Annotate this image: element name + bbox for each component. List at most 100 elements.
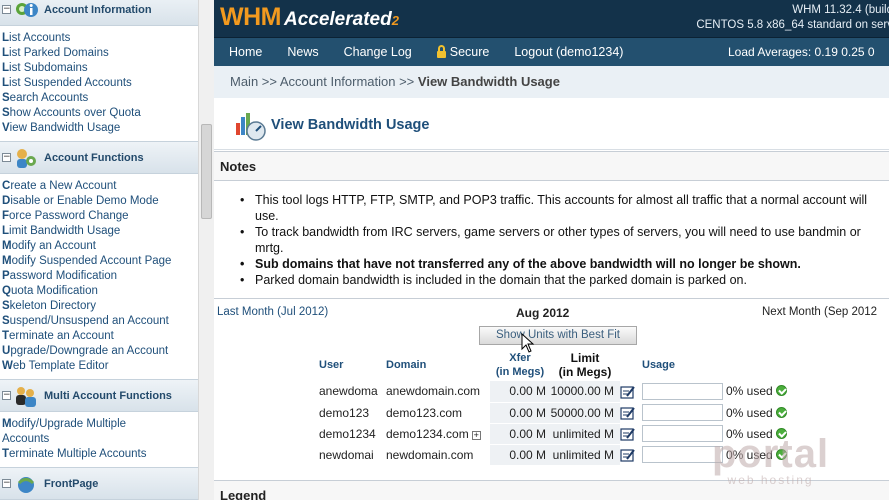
sidebar-item[interactable]: List Parked Domains — [2, 46, 198, 61]
sidebar-item-accesskey: S — [2, 315, 10, 327]
month-navigation: Last Month (Jul 2012) Aug 2012 Next Mont… — [214, 299, 889, 321]
sidebar-item-label: how Accounts over Quota — [9, 107, 141, 119]
sidebar-item[interactable]: Modify/Upgrade Multiple — [2, 417, 198, 432]
sidebar-item-accesskey: Q — [2, 285, 11, 297]
usage-bar — [642, 446, 723, 463]
sidebar-item[interactable]: Upgrade/Downgrade an Account — [2, 344, 198, 359]
sidebar-item[interactable]: Modify Suspended Account Page — [2, 254, 198, 269]
whm-logo[interactable]: WHM Accelerated2 — [220, 3, 399, 32]
sidebar-item[interactable]: Show Accounts over Quota — [2, 106, 198, 121]
sidebar-item-label: iew Bandwidth Usage — [9, 122, 121, 134]
cell-xfer: 0.00 M — [490, 423, 550, 445]
nav-secure[interactable]: Secure — [436, 45, 489, 59]
edit-limit-icon[interactable] — [620, 385, 635, 399]
collapse-icon[interactable]: − — [2, 479, 11, 488]
edit-limit-icon[interactable] — [620, 448, 635, 462]
cell-limit: unlimited M — [550, 423, 620, 445]
breadcrumb-current: View Bandwidth Usage — [417, 74, 560, 89]
current-month: Aug 2012 — [516, 306, 570, 320]
column-domain[interactable]: Domain — [386, 348, 490, 381]
sidebar-section-account-information[interactable]: − Account Information — [0, 0, 198, 26]
cell-edit — [620, 402, 642, 424]
multi-account-icon — [16, 386, 36, 407]
sidebar-section-account-functions[interactable]: − Account Functions — [0, 141, 198, 174]
sidebar-item[interactable]: View Bandwidth Usage — [2, 121, 198, 136]
sidebar-item[interactable]: Modify an Account — [2, 239, 198, 254]
sidebar-item-accesskey: F — [2, 210, 10, 222]
previous-month-link[interactable]: Last Month (Jul 2012) — [217, 306, 328, 318]
edit-limit-icon[interactable] — [620, 406, 635, 420]
sidebar-list-multi-account-functions: Modify/Upgrade Multiple Accounts Terminate… — [0, 412, 198, 467]
sidebar-item[interactable]: Web Template Editor — [2, 359, 198, 374]
cell-limit: 50000.00 M — [550, 402, 620, 424]
column-limit: Limit (in Megs) — [550, 348, 620, 381]
sidebar-section-frontpage[interactable]: − FrontPage — [0, 467, 198, 500]
sidebar-item[interactable]: Limit Bandwidth Usage — [2, 224, 198, 239]
sidebar-item[interactable]: List Suspended Accounts — [2, 76, 198, 91]
sidebar-scrollbar[interactable] — [198, 0, 214, 500]
breadcrumb-path[interactable]: Main >> Account Information >> — [230, 74, 418, 89]
edit-limit-icon[interactable] — [620, 427, 635, 441]
user-text: demo1234 — [319, 426, 376, 441]
notes-list: This tool logs HTTP, FTP, SMTP, and POP3… — [240, 192, 889, 288]
cell-domain: demo123.com — [386, 402, 490, 424]
sidebar-item[interactable]: Create a New Account — [2, 179, 198, 194]
column-xfer[interactable]: Xfer (in Megs) — [490, 348, 550, 381]
bandwidth-gauge-icon — [236, 113, 266, 141]
sidebar-item-accesskey: S — [2, 300, 10, 312]
sidebar-item[interactable]: Accounts — [2, 432, 198, 447]
user-text: anewdoma — [319, 384, 378, 399]
logo-sub-text: Accelerated — [283, 9, 392, 30]
show-units-best-fit-button[interactable]: Show Units with Best Fit — [479, 326, 637, 345]
sidebar-item[interactable]: Force Password Change — [2, 209, 198, 224]
sidebar-item[interactable]: Skeleton Directory — [2, 299, 198, 314]
domain-text: newdomain.com — [386, 447, 474, 462]
expand-icon[interactable]: + — [471, 430, 481, 440]
sidebar-section-title: FrontPage — [44, 477, 99, 490]
sidebar-item[interactable]: Terminate an Account — [2, 329, 198, 344]
collapse-icon[interactable]: − — [2, 153, 11, 162]
sidebar-item[interactable]: Quota Modification — [2, 284, 198, 299]
sidebar-item-label: keleton Directory — [9, 300, 96, 312]
cell-limit: unlimited M — [550, 444, 620, 466]
cell-xfer: 0.00 M — [490, 381, 550, 403]
nav-change-log[interactable]: Change Log — [344, 45, 412, 59]
sidebar-item-label: ist Accounts — [9, 32, 71, 44]
collapse-icon[interactable]: − — [2, 391, 11, 400]
nav-news[interactable]: News — [287, 45, 318, 59]
sidebar-list-account-functions: Create a New Account Disable or Enable De… — [0, 174, 198, 379]
domain-text: demo1234.com — [386, 426, 469, 441]
mouse-cursor — [521, 333, 535, 353]
nav-bar: Home News Change Log Secure Logout (demo… — [214, 38, 889, 66]
info-icon — [16, 2, 38, 17]
sidebar-item-label: assword Modification — [9, 270, 118, 282]
sidebar-item-label: imit Bandwidth Usage — [9, 225, 121, 237]
sidebar-section-multi-account-functions[interactable]: − Multi Account Functions — [0, 379, 198, 412]
sidebar-item[interactable]: Suspend/Unsuspend an Account — [2, 314, 198, 329]
sidebar-item[interactable]: Password Modification — [2, 269, 198, 284]
collapse-icon[interactable]: − — [2, 5, 11, 14]
ok-check-icon — [775, 406, 787, 418]
cell-limit: 10000.00 M — [550, 381, 620, 403]
sidebar-item[interactable]: Search Accounts — [2, 91, 198, 106]
sidebar-item-label: odify an Account — [11, 240, 96, 252]
user-text: newdomai — [319, 447, 374, 462]
nav-logout[interactable]: Logout (demo1234) — [514, 45, 623, 59]
nav-home[interactable]: Home — [229, 45, 262, 59]
column-user[interactable]: User — [319, 348, 386, 381]
watermark-big: portal — [712, 432, 830, 476]
note-item: To track bandwidth from IRC servers, gam… — [240, 224, 889, 256]
column-usage[interactable]: Usage — [642, 348, 726, 381]
sidebar-item[interactable]: List Subdomains — [2, 61, 198, 76]
account-functions-icon — [17, 148, 36, 168]
cell-user: anewdoma — [319, 381, 386, 403]
page-header: View Bandwidth Usage — [214, 98, 889, 150]
sidebar-item-accesskey: M — [2, 418, 12, 430]
notes-panel: This tool logs HTTP, FTP, SMTP, and POP3… — [214, 181, 889, 299]
sidebar-item[interactable]: Disable or Enable Demo Mode — [2, 194, 198, 209]
sidebar-item[interactable]: Terminate Multiple Accounts — [2, 447, 198, 462]
sidebar-item[interactable]: List Accounts — [2, 31, 198, 46]
sidebar-item-label: odify Suspended Account Page — [11, 255, 172, 267]
sidebar-scrollbar-thumb[interactable] — [201, 124, 212, 219]
next-month-link[interactable]: Next Month (Sep 2012 — [762, 306, 877, 318]
